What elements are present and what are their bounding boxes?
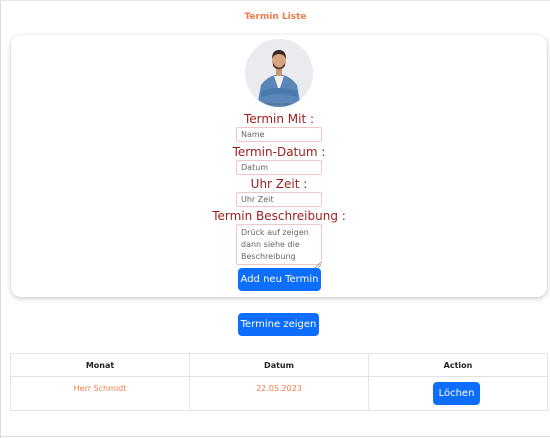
date-label: Termin-Datum : xyxy=(232,145,326,159)
date-input[interactable] xyxy=(236,160,322,175)
avatar: Model an 1990? xyxy=(245,39,313,107)
delete-button[interactable]: Löchen xyxy=(433,382,480,405)
person-photo-icon: Model an 1990? xyxy=(245,39,313,107)
column-header: Action xyxy=(368,353,548,377)
appointment-form-card: Model an 1990? Termin Mit : Termin-Datum… xyxy=(11,35,547,297)
appointment-name-cell: Herr Schmidt xyxy=(10,376,190,411)
page-title: Termin Liste xyxy=(244,12,307,22)
time-label: Uhr Zeit : xyxy=(250,177,308,191)
column-header: Monat xyxy=(10,353,190,377)
divider xyxy=(1,436,550,437)
name-label: Termin Mit : xyxy=(243,112,315,126)
appointment-date-cell: 22.05.2023 xyxy=(189,376,369,411)
column-header: Datum xyxy=(189,353,369,377)
table-header-row: Monat Datum Action xyxy=(10,353,548,377)
add-appointment-button[interactable]: Add neu Termin xyxy=(238,268,321,291)
time-input[interactable] xyxy=(236,192,322,207)
description-textarea[interactable] xyxy=(236,224,322,265)
name-input[interactable] xyxy=(236,127,322,142)
description-label: Termin Beschreibung : xyxy=(212,209,346,223)
avatar-caption: Model an 1990? xyxy=(267,102,291,106)
show-appointments-button[interactable]: Termine zeigen xyxy=(238,313,319,336)
